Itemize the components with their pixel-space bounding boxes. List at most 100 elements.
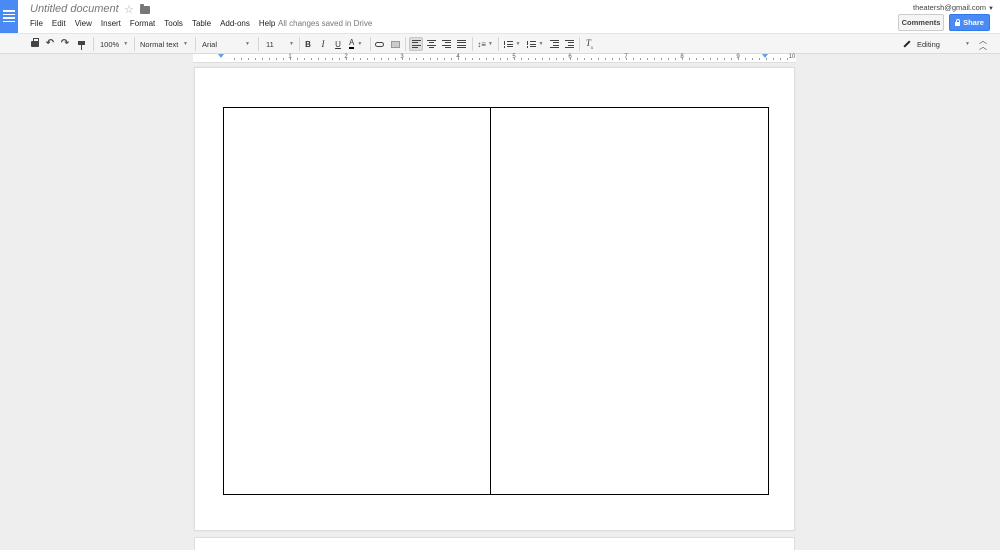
numbered-list-button[interactable]: ▼ [502, 37, 522, 51]
redo-button[interactable]: ↷ [59, 37, 71, 51]
ruler-tick [668, 58, 669, 60]
ruler-tick [724, 58, 725, 60]
ruler-tick [255, 58, 256, 60]
ruler-tick [745, 58, 746, 60]
line-spacing-icon: ↕≡ [477, 39, 486, 49]
menu-file[interactable]: File [30, 19, 43, 28]
paint-format-button[interactable] [75, 37, 87, 51]
ruler-tick [598, 58, 599, 60]
font-size-select[interactable]: 11 ▼ [264, 37, 296, 51]
align-left-button[interactable] [409, 37, 423, 51]
ruler-tick [787, 58, 788, 60]
font-select[interactable]: Arial ▼ [200, 37, 252, 51]
clear-formatting-button[interactable]: Tx [583, 37, 596, 51]
ruler-tick [619, 58, 620, 60]
paragraph-style-value: Normal text [140, 39, 179, 49]
folder-icon[interactable] [140, 4, 150, 14]
left-indent-marker[interactable] [218, 54, 224, 58]
paragraph-style-select[interactable]: Normal text ▼ [138, 37, 190, 51]
font-value: Arial [202, 39, 218, 49]
align-left-icon [411, 40, 421, 48]
undo-button[interactable]: ↶ [44, 37, 56, 51]
ruler-tick [507, 58, 508, 60]
menu-tools[interactable]: Tools [164, 19, 183, 28]
ruler-tick [353, 58, 354, 60]
toolbar-divider [472, 37, 473, 51]
menu-view[interactable]: View [75, 19, 92, 28]
ruler-tick [556, 58, 557, 60]
menu-insert[interactable]: Insert [101, 19, 121, 28]
save-status[interactable]: All changes saved in Drive [278, 19, 372, 28]
star-icon[interactable]: ☆ [124, 3, 134, 16]
ruler-tick [563, 58, 564, 60]
ruler-tick [703, 58, 704, 60]
ruler-tick [339, 58, 340, 60]
text-color-icon: A [349, 38, 355, 49]
editing-mode-select[interactable]: Editing ▼ [900, 37, 970, 51]
link-icon [375, 41, 384, 47]
print-button[interactable] [29, 37, 41, 51]
share-label: Share [963, 18, 984, 27]
document-table[interactable] [223, 107, 769, 495]
ruler-tick [381, 58, 382, 60]
underline-icon: U [335, 39, 341, 49]
ruler-tick [276, 58, 277, 60]
ruler-tick [584, 58, 585, 60]
zoom-select[interactable]: 100% ▼ [98, 37, 130, 51]
ruler-tick [262, 58, 263, 60]
ruler-tick [528, 58, 529, 60]
ruler-tick [395, 58, 396, 60]
menu-format[interactable]: Format [130, 19, 155, 28]
decrease-indent-button[interactable] [548, 37, 560, 51]
collapse-menus-icon[interactable]: ︿ ︿ [976, 37, 990, 51]
ruler-tick [759, 58, 760, 60]
horizontal-ruler[interactable]: 1 2 3 4 5 6 7 8 9 10 [193, 54, 796, 63]
underline-button[interactable]: U [332, 37, 344, 51]
bulleted-list-button[interactable]: ▼ [525, 37, 545, 51]
docs-logo-icon[interactable] [0, 0, 18, 33]
menu-table[interactable]: Table [192, 19, 211, 28]
text-color-button[interactable]: A ▼ [347, 37, 367, 51]
insert-link-button[interactable] [373, 37, 386, 51]
ruler-tick [388, 58, 389, 60]
decrease-indent-icon [549, 40, 559, 48]
ruler-tick [332, 58, 333, 60]
ruler-tick [325, 58, 326, 60]
document-page[interactable] [194, 67, 795, 531]
ruler-tick [500, 58, 501, 60]
ruler-tick [269, 58, 270, 60]
bold-button[interactable]: B [302, 37, 314, 51]
table-cell[interactable] [223, 107, 491, 495]
line-spacing-button[interactable]: ↕≡ ▼ [475, 37, 495, 51]
share-button[interactable]: Share [949, 14, 990, 31]
menu-addons[interactable]: Add-ons [220, 19, 250, 28]
font-size-value: 11 [266, 39, 274, 49]
ruler-tick [437, 58, 438, 60]
chevron-down-icon: ▼ [357, 41, 363, 47]
document-title[interactable]: Untitled document [30, 3, 119, 15]
menu-edit[interactable]: Edit [52, 19, 66, 28]
ruler-tick [458, 58, 459, 60]
toolbar-divider [134, 37, 135, 51]
right-indent-marker[interactable] [762, 54, 768, 58]
insert-image-button[interactable] [389, 37, 402, 51]
table-cell[interactable] [490, 107, 769, 495]
account-menu[interactable]: theatersh@gmail.com ▼ [913, 3, 994, 12]
ruler-tick [465, 58, 466, 60]
ruler-number: 10 [788, 54, 796, 60]
italic-button[interactable]: I [317, 37, 329, 51]
document-page-2[interactable] [194, 537, 795, 550]
increase-indent-button[interactable] [563, 37, 575, 51]
align-right-button[interactable] [440, 37, 453, 51]
justify-button[interactable] [455, 37, 468, 51]
menu-help[interactable]: Help [259, 19, 275, 28]
comments-button[interactable]: Comments [898, 14, 944, 31]
align-center-button[interactable] [425, 37, 438, 51]
ruler-tick [549, 58, 550, 60]
app-header: Untitled document ☆ File Edit View Inser… [0, 0, 1000, 33]
ruler-tick [402, 58, 403, 60]
italic-icon: I [321, 39, 325, 49]
ruler-tick [374, 58, 375, 60]
ruler-tick [773, 58, 774, 60]
chevron-down-icon: ▼ [289, 41, 294, 47]
